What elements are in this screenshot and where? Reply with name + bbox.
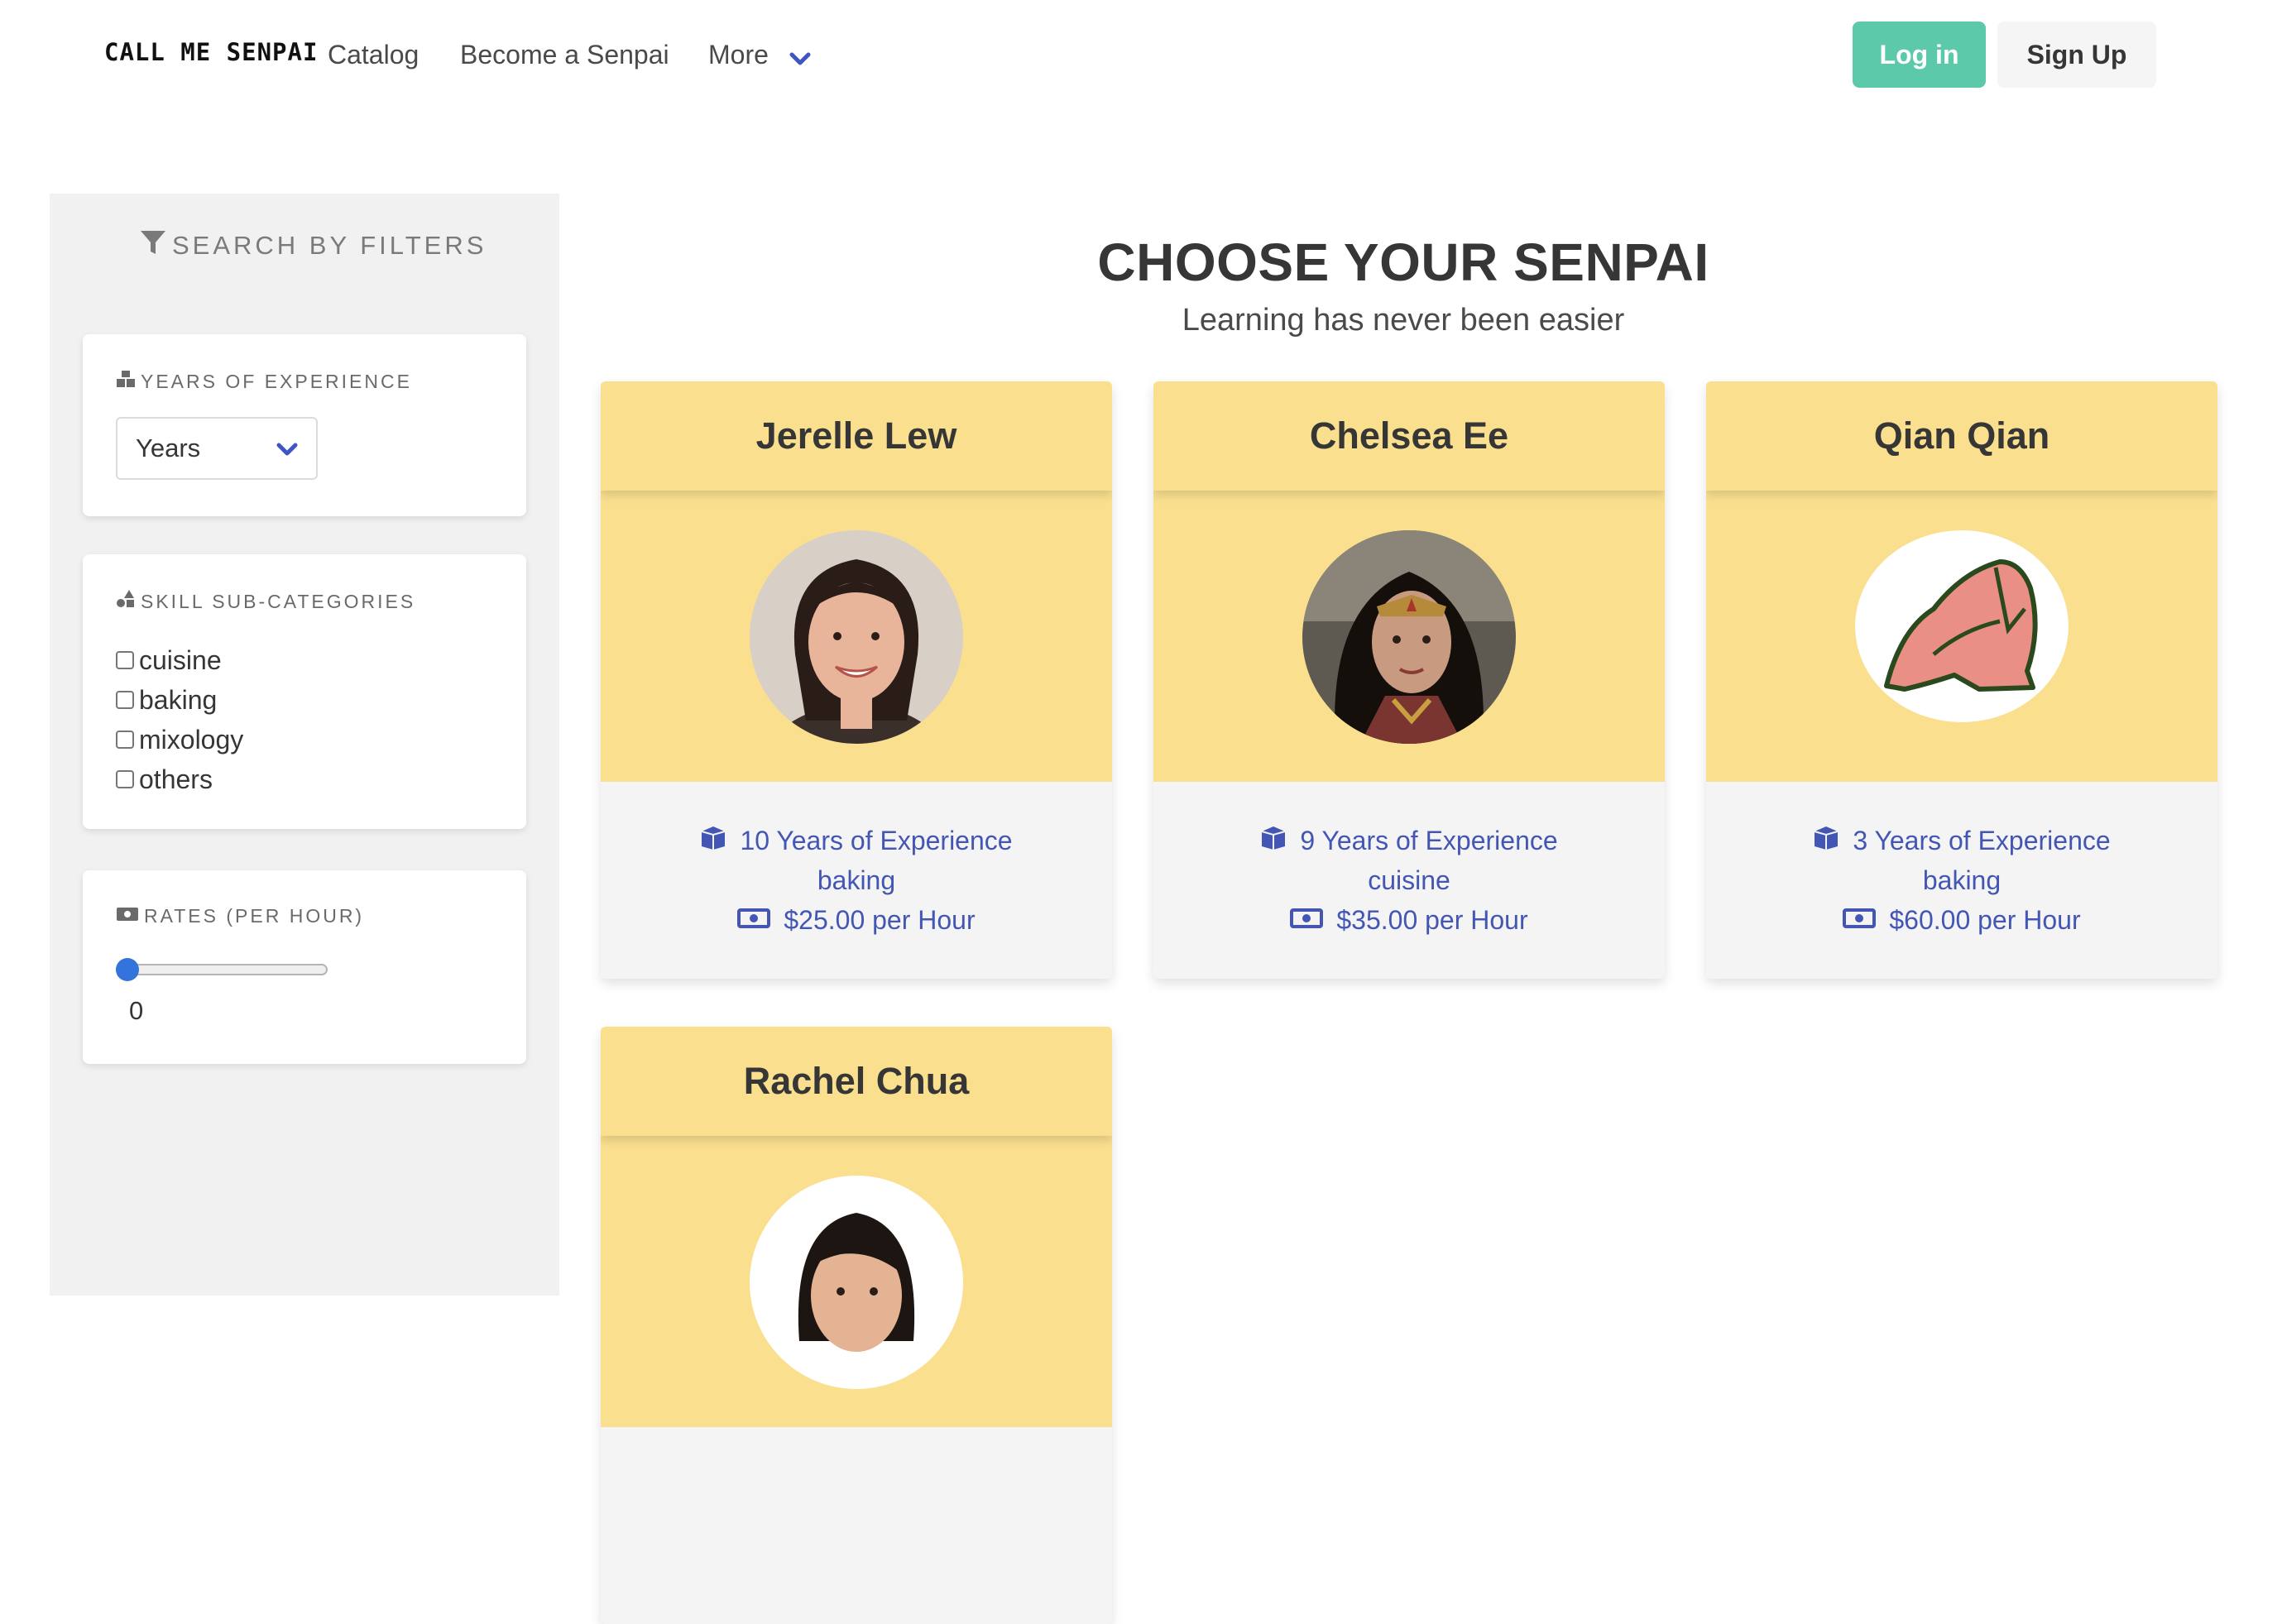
nav-link-catalog[interactable]: Catalog [328,36,419,73]
skills-filter-card: SKILL SUB-CATEGORIES cuisine baking mixo… [83,554,526,829]
skill-checkbox-list: cuisine baking mixology others [116,640,243,799]
skill-option-label: mixology [139,724,244,755]
skill-text: cuisine [1368,865,1450,895]
senpai-card[interactable]: Chelsea Ee 9 Years of Experience cuisine… [1153,381,1665,979]
shapes-icon [116,589,136,614]
avatar [1855,530,2069,722]
filter-icon [139,228,167,263]
senpai-name: Jerelle Lew [601,381,1112,491]
experience-row: 3 Years of Experience [1813,821,2111,860]
skill-option-baking[interactable]: baking [116,680,243,720]
senpai-details: 10 Years of Experience baking $25.00 per… [601,782,1112,979]
rate-row: $60.00 per Hour [1843,900,2081,940]
skill-option-label: cuisine [139,644,222,675]
slider-thumb[interactable] [116,958,139,981]
senpai-photo-area [1706,491,2217,782]
senpai-card[interactable]: Jerelle Lew 10 Years of Experience bakin… [601,381,1112,979]
skill-row: cuisine [1368,860,1450,900]
chevron-down-icon [789,39,811,75]
page-title: CHOOSE YOUR SENPAI [1097,232,1709,292]
rates-filter-card: RATES (PER HOUR) 0 [83,870,526,1064]
avatar [750,530,963,744]
money-bill-icon [737,900,771,940]
skill-option-label: baking [139,684,218,715]
skills-filter-label: SKILL SUB-CATEGORIES [116,589,415,614]
filter-sidebar: SEARCH BY FILTERS YEARS OF EXPERIENCE Ye… [50,194,559,1296]
checkbox[interactable] [116,651,134,669]
skill-row: baking [817,860,895,900]
nav-link-become-senpai[interactable]: Become a Senpai [460,36,669,73]
nav-more-dropdown[interactable]: More [708,36,811,75]
senpai-details: 9 Years of Experience cuisine $35.00 per… [1153,782,1665,979]
years-select-value: Years [136,434,201,462]
cubes-icon [116,369,136,394]
checkbox[interactable] [116,691,134,709]
experience-text: 3 Years of Experience [1853,826,2111,855]
senpai-details: 3 Years of Experience baking $60.00 per … [1706,782,2217,979]
filters-heading: SEARCH BY FILTERS [139,228,487,263]
senpai-card[interactable]: Rachel Chua [601,1027,1112,1624]
skill-option-label: others [139,764,213,794]
experience-filter-label: YEARS OF EXPERIENCE [116,369,412,394]
rate-slider-value: 0 [129,996,144,1025]
cubes-icon [1260,821,1287,860]
skill-option-others[interactable]: others [116,759,243,799]
avatar [750,1176,963,1389]
experience-filter-label-text: YEARS OF EXPERIENCE [141,370,412,392]
rate-text: $60.00 per Hour [1889,905,2081,935]
senpai-card[interactable]: Qian Qian 3 Years of Experience baking $… [1706,381,2217,979]
skill-option-mixology[interactable]: mixology [116,720,243,759]
chevron-down-icon [276,434,298,463]
senpai-photo-area [601,1136,1112,1427]
rates-filter-label: RATES (PER HOUR) [116,905,364,927]
senpai-name: Chelsea Ee [1153,381,1665,491]
page-subtitle: Learning has never been easier [1182,303,1625,338]
cubes-icon [700,821,726,860]
cubes-icon [1813,821,1839,860]
skill-row: baking [1923,860,2001,900]
checkbox[interactable] [116,731,134,749]
skills-filter-label-text: SKILL SUB-CATEGORIES [141,590,416,612]
years-select[interactable]: Years [116,417,318,480]
rate-slider[interactable] [116,958,329,981]
senpai-name: Rachel Chua [601,1027,1112,1136]
experience-filter-card: YEARS OF EXPERIENCE Years [83,334,526,516]
senpai-name: Qian Qian [1706,381,2217,491]
experience-row: 9 Years of Experience [1260,821,1558,860]
rate-row: $25.00 per Hour [737,900,976,940]
money-bill-icon [1290,900,1324,940]
money-bill-icon [1843,900,1877,940]
nav-more-label: More [708,40,769,69]
skill-text: baking [817,865,896,895]
top-navbar: CALL ME SENPAI Catalog Become a Senpai M… [0,0,2282,109]
login-button[interactable]: Log in [1853,22,1986,88]
skill-text: baking [1922,865,2002,895]
skill-option-cuisine[interactable]: cuisine [116,640,243,680]
avatar [1302,530,1516,744]
experience-text: 9 Years of Experience [1300,826,1558,855]
money-bill-icon [116,905,139,927]
rate-text: $35.00 per Hour [1336,905,1528,935]
rates-filter-label-text: RATES (PER HOUR) [144,905,365,927]
filters-heading-text: SEARCH BY FILTERS [172,231,487,260]
slider-track[interactable] [116,964,328,975]
signup-button[interactable]: Sign Up [1997,22,2156,88]
rate-text: $25.00 per Hour [784,905,976,935]
experience-text: 10 Years of Experience [740,826,1013,855]
checkbox[interactable] [116,770,134,788]
rate-row: $35.00 per Hour [1290,900,1528,940]
senpai-photo-area [1153,491,1665,782]
senpai-photo-area [601,491,1112,782]
brand-logo[interactable]: CALL ME SENPAI [104,38,318,66]
experience-row: 10 Years of Experience [700,821,1013,860]
